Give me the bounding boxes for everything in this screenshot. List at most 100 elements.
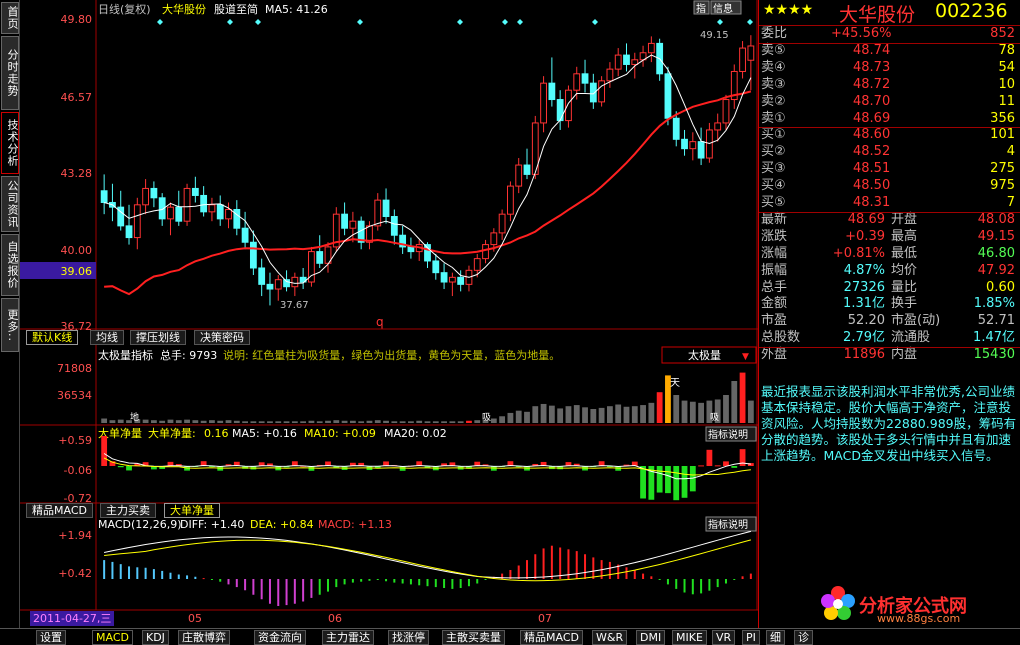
stat-row: 总手 27326 量比 0.60 [761, 280, 1019, 297]
stat-value: 46.80 [977, 245, 1015, 261]
stat-label: 涨跌 [761, 228, 788, 244]
candle-body [233, 208, 241, 229]
candle-body [448, 276, 456, 283]
sell-level-label: 卖③ [761, 76, 786, 92]
volume-bar [325, 420, 331, 423]
tab-diagnose[interactable]: 诊 [794, 630, 813, 645]
tab-macd-pro[interactable]: 精品MACD [520, 630, 583, 645]
tab-settings[interactable]: 设置 [36, 630, 66, 645]
candle-body [556, 99, 564, 122]
stat-label: 金额 [761, 296, 788, 312]
macd-diff-line [103, 530, 752, 579]
candle-body [266, 283, 274, 290]
tab-mike[interactable]: MIKE [672, 630, 707, 645]
subtab-macd-pro[interactable]: 精品MACD [26, 503, 93, 518]
volume-bar [200, 420, 207, 423]
volume-bar [258, 421, 265, 423]
candle-body [672, 117, 680, 140]
stat-value: 49.15 [977, 228, 1015, 244]
month-label: 05 [188, 612, 202, 625]
volume-bar [316, 421, 323, 423]
stat-row: 最新 48.69 开盘 48.08 [761, 212, 1019, 229]
stat-label: 涨幅 [761, 245, 788, 261]
candle-body [697, 141, 705, 159]
current-price-label: 39.06 [61, 265, 93, 278]
divider [759, 127, 1020, 129]
candle-body [125, 225, 133, 239]
stat-value: 52.20 [847, 313, 885, 329]
candle-body [606, 68, 614, 82]
y-axis-label: 43.28 [61, 167, 93, 180]
event-diamond-icon [592, 19, 598, 25]
buy-level-label: 买② [761, 144, 786, 160]
volume-bar [341, 420, 348, 423]
volume-bar [582, 407, 588, 423]
candle-body [490, 232, 498, 246]
buy-row: 买④ 48.50 975 [761, 178, 1019, 195]
volume-bar [233, 420, 240, 423]
net-value: 0.16 [204, 427, 229, 440]
volume-bar [358, 421, 365, 423]
tab-watchlist[interactable]: 自选报价 [1, 234, 19, 296]
volume-bar [573, 405, 580, 423]
tab-pi[interactable]: PI [742, 630, 760, 645]
tab-kdj[interactable]: KDJ [142, 630, 169, 645]
stat-label: 均价 [891, 262, 918, 278]
net-ma5: MA5: +0.16 [232, 427, 297, 440]
candle-body [208, 204, 216, 213]
tab-timeshare[interactable]: 分时走势 [1, 36, 19, 110]
tab-wr[interactable]: W&R [592, 630, 628, 645]
tab-macd[interactable]: MACD [92, 630, 133, 645]
tab-main-radar[interactable]: 主力雷达 [322, 630, 374, 645]
event-diamond-icon [227, 19, 233, 25]
tab-main-retail-volume[interactable]: 主散买卖量 [442, 630, 505, 645]
candle-body [540, 82, 547, 124]
buy-level-label: 买⑤ [761, 195, 786, 210]
stat-row: 振幅 4.87% 均价 47.92 [761, 263, 1019, 280]
net-ma10: MA10: +0.09 [304, 427, 376, 440]
buy-volume: 4 [1006, 144, 1015, 160]
candle-body [100, 190, 108, 203]
subtab-default-kline[interactable]: 默认K线 [26, 330, 79, 345]
subtab-support-line[interactable]: 撑压划线 [130, 330, 186, 345]
stock-chart[interactable]: 49.80 46.57 43.28 40.00 36.72 39.06 日线(复… [20, 0, 758, 628]
tab-home[interactable]: 首页 [1, 2, 19, 34]
logo-url: www.88gs.com [877, 612, 961, 625]
stat-value: 4.87% [843, 262, 885, 278]
stat-label: 最低 [891, 245, 918, 261]
low-price-label: 37.67 [280, 300, 309, 311]
volume-bar [366, 420, 373, 423]
subtab-decision[interactable]: 决策密码 [194, 330, 250, 345]
tab-find-limit-up[interactable]: 找涨停 [388, 630, 429, 645]
event-diamond-icon [255, 19, 261, 25]
stat-row: 涨跌 +0.39 最高 49.15 [761, 229, 1019, 246]
tab-detail[interactable]: 细 [766, 630, 785, 645]
volume-bar [474, 420, 481, 423]
volume-bar [631, 406, 638, 423]
sell-volume: 356 [990, 110, 1015, 126]
subtab-ma[interactable]: 均线 [90, 330, 124, 345]
subtab-big-order[interactable]: 大单净量 [164, 503, 220, 518]
volume-bar [656, 392, 663, 423]
volume-bar [515, 410, 522, 423]
tab-zhuang-san[interactable]: 庄散博弈 [178, 630, 230, 645]
event-diamond-icon [457, 19, 463, 25]
tab-technical[interactable]: 技术分析 [1, 112, 19, 174]
high-price-label: 49.15 [700, 30, 729, 41]
candle-body [291, 276, 299, 288]
analysis-text: 最近报表显示该股利润水平非常优秀,公司业绩基本保持稳定。股价大幅高于净资产，注意… [761, 384, 1017, 463]
tab-dmi[interactable]: DMI [636, 630, 666, 645]
candle-body [647, 42, 655, 54]
volume-bar [615, 404, 622, 423]
volume-bar [175, 420, 182, 423]
tab-more[interactable]: 更多.. [1, 298, 19, 352]
macd-value: MACD: +1.13 [318, 518, 392, 531]
marker-q: q [376, 315, 384, 329]
tab-fund-flow[interactable]: 资金流向 [254, 630, 306, 645]
tab-company-news[interactable]: 公司资讯 [1, 176, 19, 232]
quote-stock-code: 002236 [935, 0, 1008, 22]
tab-vr[interactable]: VR [712, 630, 736, 645]
subtab-main-buysell[interactable]: 主力买卖 [100, 503, 156, 518]
stat-value: 11896 [843, 347, 885, 363]
buy-row: 买② 48.52 4 [761, 144, 1019, 161]
